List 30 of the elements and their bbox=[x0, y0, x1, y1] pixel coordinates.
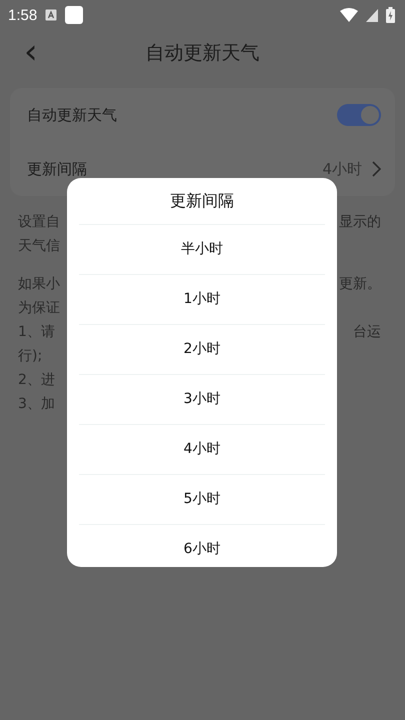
description-text: 天气信 bbox=[18, 237, 60, 256]
toggle-switch[interactable] bbox=[337, 104, 381, 126]
dialog-title: 更新间隔 bbox=[169, 190, 235, 212]
setting-label: 自动更新天气 bbox=[27, 106, 118, 124]
notification-icon bbox=[65, 6, 84, 24]
interval-option[interactable]: 半小时 bbox=[79, 224, 325, 274]
wifi-icon bbox=[340, 8, 358, 22]
description-text: 设置自 bbox=[18, 213, 60, 232]
keyboard-icon bbox=[45, 9, 58, 21]
signal-icon bbox=[366, 8, 378, 22]
interval-option[interactable]: 1小时 bbox=[79, 274, 325, 324]
description-text: 1、请 bbox=[18, 323, 55, 342]
description-text: 显示的 bbox=[339, 213, 381, 232]
description-text: 3、加 bbox=[18, 395, 55, 414]
description-text: 为保证 bbox=[18, 299, 60, 318]
interval-option[interactable]: 6小时 bbox=[79, 524, 325, 574]
battery-icon bbox=[386, 7, 395, 23]
interval-option[interactable]: 5小时 bbox=[79, 474, 325, 524]
setting-label: 更新间隔 bbox=[27, 160, 88, 178]
description-text: 2、进 bbox=[18, 371, 55, 390]
description-text: 如果小 bbox=[18, 275, 60, 294]
chevron-icon bbox=[372, 161, 381, 177]
interval-option[interactable]: 3小时 bbox=[79, 374, 325, 424]
status-time: 1:58 bbox=[8, 6, 38, 24]
description-text: 更新。 bbox=[339, 275, 381, 294]
page-title: 自动更新天气 bbox=[146, 41, 260, 66]
interval-option[interactable]: 4小时 bbox=[79, 424, 325, 474]
interval-option[interactable]: 2小时 bbox=[79, 324, 325, 374]
description-text: 行); bbox=[18, 347, 42, 366]
description-text: 台运 bbox=[353, 323, 381, 342]
